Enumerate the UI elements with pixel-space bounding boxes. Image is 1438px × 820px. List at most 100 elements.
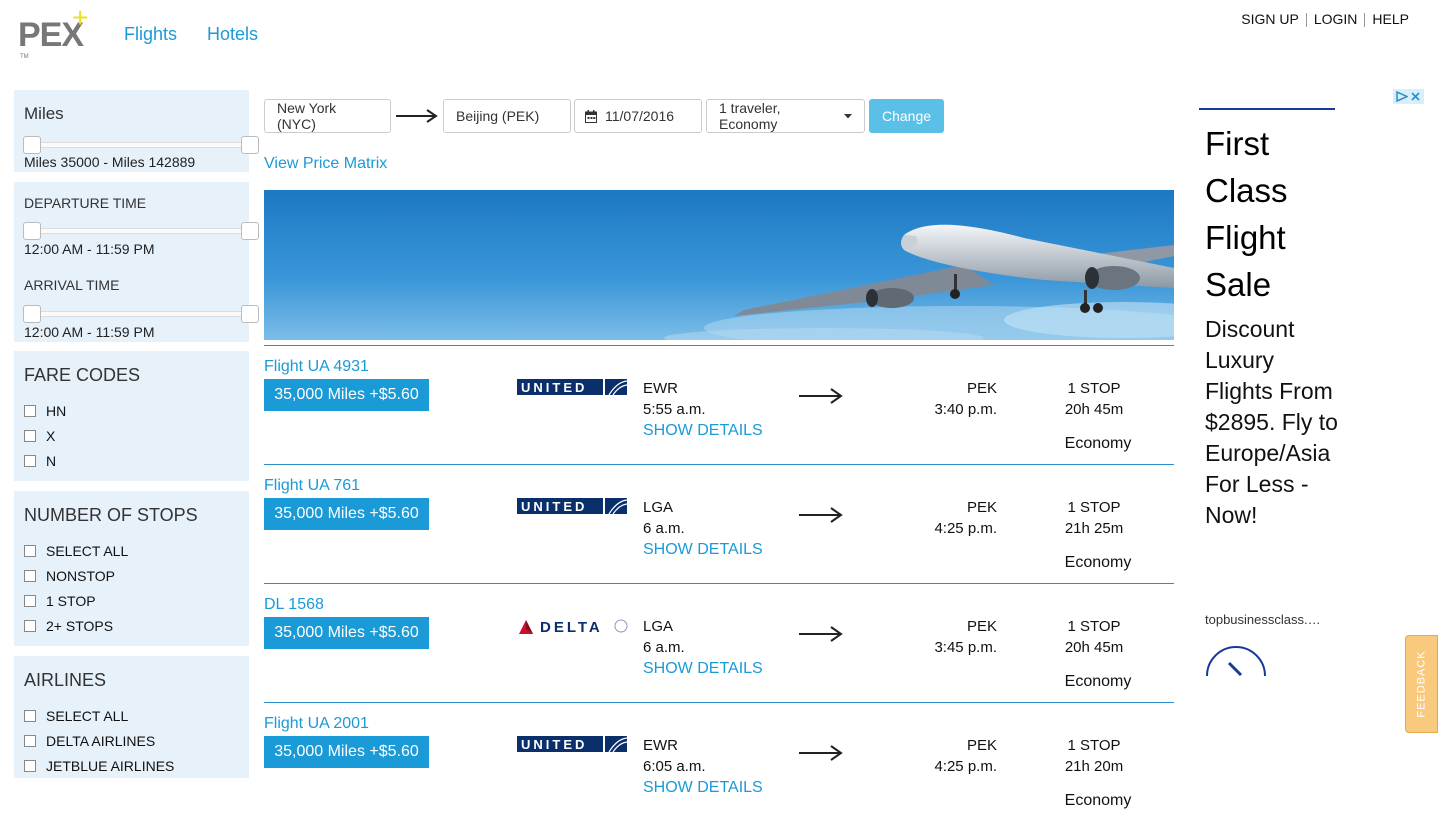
price-button[interactable]: 35,000 Miles +$5.60: [264, 379, 429, 411]
ad-domain[interactable]: topbusinessclass.…: [1205, 612, 1321, 627]
view-price-matrix-link[interactable]: View Price Matrix: [264, 155, 387, 173]
play-icon: [1396, 91, 1408, 102]
airline-label: SELECT ALL: [46, 708, 129, 724]
miles-max-handle[interactable]: [241, 136, 259, 154]
login-link[interactable]: LOGIN: [1307, 11, 1365, 27]
airline-label: JETBLUE AIRLINES: [46, 758, 175, 774]
date-field[interactable]: 11/07/2016: [574, 99, 702, 133]
show-details-link[interactable]: SHOW DETAILS: [643, 541, 763, 559]
checkbox[interactable]: [24, 595, 36, 607]
logo-tm: TM: [20, 54, 29, 60]
ad-arrow-button[interactable]: [1205, 645, 1267, 676]
departure-airport: LGA: [643, 618, 674, 635]
nav-hotels[interactable]: Hotels: [207, 24, 258, 45]
show-details-link[interactable]: SHOW DETAILS: [643, 660, 763, 678]
stops-nonstop[interactable]: NONSTOP: [24, 568, 115, 584]
stops-label: 1 STOP: [46, 593, 96, 609]
stops-label: NONSTOP: [46, 568, 115, 584]
stops-count: 1 STOP: [1067, 499, 1121, 516]
airlines-select-all[interactable]: SELECT ALL: [24, 708, 128, 724]
pex-logo[interactable]: PEX + TM: [18, 2, 98, 60]
flight-number-link[interactable]: Flight UA 2001: [264, 715, 369, 733]
checkbox[interactable]: [24, 570, 36, 582]
arrival-max-handle[interactable]: [241, 305, 259, 323]
arrival-time-slider[interactable]: [23, 305, 259, 323]
stops-1-stop[interactable]: 1 STOP: [24, 593, 96, 609]
airline-jetblue[interactable]: JETBLUE AIRLINES: [24, 758, 174, 774]
airline-name: UNITED: [521, 380, 587, 395]
stops-filter: NUMBER OF STOPS SELECT ALL NONSTOP 1 STO…: [14, 491, 249, 646]
stops-label: 2+ STOPS: [46, 618, 114, 634]
price-button[interactable]: 35,000 Miles +$5.60: [264, 498, 429, 530]
show-details-link[interactable]: SHOW DETAILS: [643, 422, 763, 440]
nav-flights[interactable]: Flights: [124, 24, 177, 45]
date-value: 11/07/2016: [605, 108, 675, 124]
departure-max-handle[interactable]: [241, 222, 259, 240]
sign-up-link[interactable]: SIGN UP: [1234, 11, 1306, 27]
arrival-time-title: ARRIVAL TIME: [24, 277, 120, 293]
stops-count: 1 STOP: [1067, 737, 1121, 754]
travelers-dropdown[interactable]: 1 traveler, Economy: [706, 99, 865, 133]
fare-code-label: N: [46, 453, 57, 469]
destination-field[interactable]: Beijing (PEK): [443, 99, 571, 133]
checkbox[interactable]: [24, 405, 36, 417]
arrival-time: 4:25 p.m.: [934, 758, 997, 775]
flight-duration: 21h 25m: [1064, 520, 1124, 537]
price-button[interactable]: 35,000 Miles +$5.60: [264, 617, 429, 649]
departure-airport: LGA: [643, 499, 674, 516]
arrow-right-icon: [799, 507, 843, 523]
arrival-min-handle[interactable]: [23, 305, 41, 323]
flight-number-link[interactable]: Flight UA 4931: [264, 358, 369, 376]
fare-code-x[interactable]: X: [24, 428, 55, 444]
arrival-time: 3:40 p.m.: [934, 401, 997, 418]
fare-code-label: X: [46, 428, 56, 444]
show-details-link[interactable]: SHOW DETAILS: [643, 779, 763, 797]
checkbox[interactable]: [24, 710, 36, 722]
departure-min-handle[interactable]: [23, 222, 41, 240]
fare-code-n[interactable]: N: [24, 453, 56, 469]
ad-body[interactable]: Discount Luxury Flights From $2895. Fly …: [1205, 314, 1340, 531]
logo-plus-icon: +: [72, 2, 89, 33]
checkbox[interactable]: [24, 760, 36, 772]
change-search-button[interactable]: Change: [869, 99, 944, 133]
departure-time: 5:55 a.m.: [643, 401, 706, 418]
ad-choices-icon[interactable]: [1393, 89, 1424, 104]
stops-select-all[interactable]: SELECT ALL: [24, 543, 128, 559]
arrival-airport: PEK: [966, 737, 997, 754]
feedback-tab[interactable]: FEEDBACK: [1405, 635, 1438, 733]
checkbox[interactable]: [24, 735, 36, 747]
checkbox[interactable]: [24, 620, 36, 632]
arrow-right-icon: [799, 388, 843, 404]
miles-title: Miles: [24, 104, 64, 123]
arrow-right-icon: [799, 745, 843, 761]
checkbox[interactable]: [24, 430, 36, 442]
delta-logo-icon: DELTA: [519, 619, 628, 636]
miles-slider[interactable]: [23, 136, 259, 154]
checkbox[interactable]: [24, 455, 36, 467]
close-icon: [1411, 92, 1420, 101]
airline-label: DELTA AIRLINES: [46, 733, 156, 749]
fare-code-label: HN: [46, 403, 67, 419]
help-link[interactable]: HELP: [1365, 11, 1416, 27]
airline-name: UNITED: [521, 499, 587, 514]
flight-number-link[interactable]: Flight UA 761: [264, 477, 360, 495]
united-logo-icon: UNITED: [517, 498, 628, 515]
departure-range-text: 12:00 AM - 11:59 PM: [24, 241, 155, 257]
departure-time-slider[interactable]: [23, 222, 259, 240]
calendar-icon: [585, 109, 597, 123]
route-arrow-icon: [396, 109, 438, 123]
united-logo-icon: UNITED: [517, 379, 628, 396]
miles-min-handle[interactable]: [23, 136, 41, 154]
fare-code-hn[interactable]: HN: [24, 403, 66, 419]
arrival-airport: PEK: [966, 618, 997, 635]
checkbox[interactable]: [24, 545, 36, 557]
price-button[interactable]: 35,000 Miles +$5.60: [264, 736, 429, 768]
flight-number-link[interactable]: DL 1568: [264, 596, 324, 614]
origin-field[interactable]: New York (NYC): [264, 99, 391, 133]
airline-name: UNITED: [521, 737, 587, 752]
stops-2-plus[interactable]: 2+ STOPS: [24, 618, 113, 634]
ad-headline[interactable]: First Class Flight Sale: [1205, 120, 1340, 308]
airline-delta[interactable]: DELTA AIRLINES: [24, 733, 155, 749]
airplane-banner-image: [264, 190, 1174, 340]
miles-filter: Miles Miles 35000 - Miles 142889: [14, 90, 259, 172]
